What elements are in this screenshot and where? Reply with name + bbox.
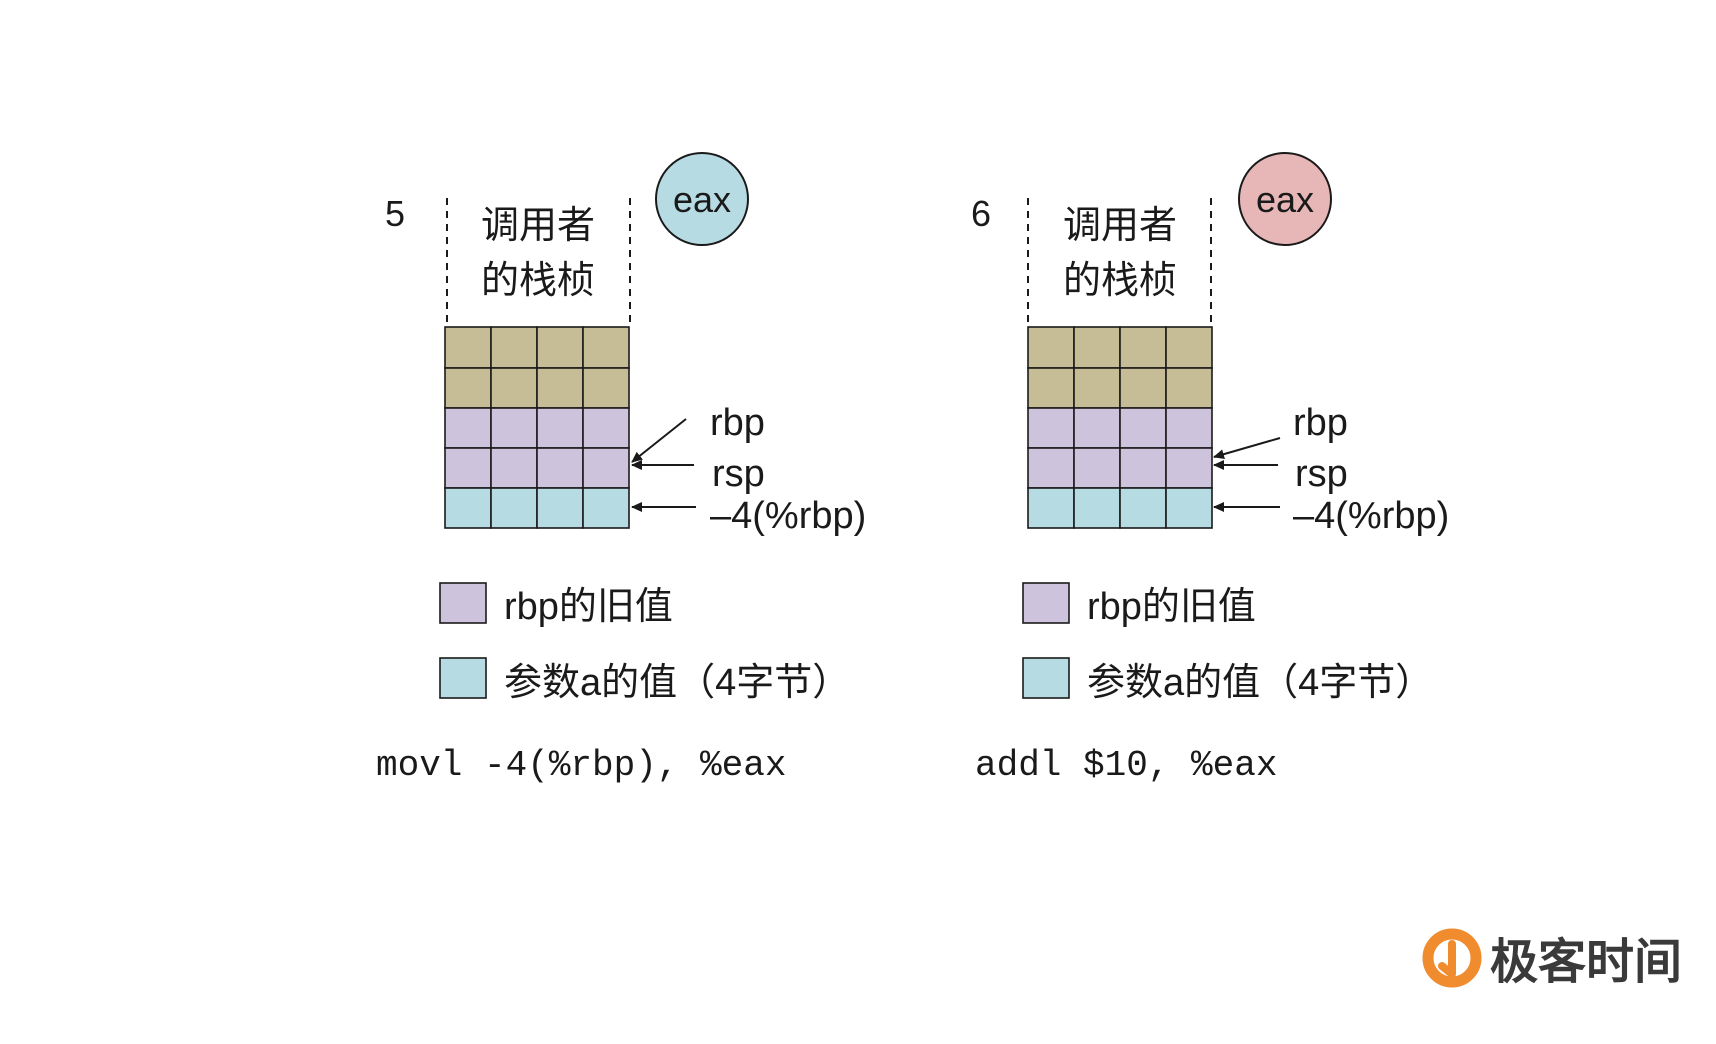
param-offset-label: –4(%rbp)	[710, 495, 866, 537]
frame-label-line1: 调用者	[1063, 205, 1177, 247]
caller-frame-cell	[1119, 367, 1167, 409]
stack-grid	[444, 326, 630, 529]
caller-frame-cell	[1027, 326, 1075, 369]
caller-frame-cell	[1027, 367, 1075, 409]
stack-diagram: 5 调用者 的栈桢 eax rbp rsp –4(%rbp) rbp的旧值 参数…	[376, 152, 1682, 989]
caller-frame-cell	[1165, 326, 1213, 369]
param-a-cell	[582, 487, 630, 529]
stack-grid	[1027, 326, 1213, 529]
caller-frame-cell	[1119, 326, 1167, 369]
old-rbp-cell	[536, 447, 584, 489]
frame-label-line1: 调用者	[481, 205, 595, 247]
rbp-arrow	[1213, 437, 1281, 460]
legend-param-label: 参数a的值（4字节）	[1087, 662, 1433, 704]
legend-old-rbp-label: rbp的旧值	[1087, 586, 1256, 628]
caller-frame-cell	[444, 326, 492, 369]
param-a-cell	[1119, 487, 1167, 529]
geektime-logo-icon	[1422, 928, 1482, 988]
old-rbp-cell	[444, 407, 492, 449]
old-rbp-cell	[1165, 407, 1213, 449]
caller-frame-cell	[1073, 367, 1121, 409]
old-rbp-cell	[1073, 407, 1121, 449]
legend-param-swatch	[1022, 657, 1070, 699]
caller-frame-cell	[490, 367, 538, 409]
legend-old-rbp-label: rbp的旧值	[504, 586, 673, 628]
instruction-text: movl -4(%rbp), %eax	[376, 745, 786, 786]
old-rbp-cell	[444, 447, 492, 489]
caller-frame-cell	[1073, 326, 1121, 369]
rsp-label: rsp	[1295, 453, 1348, 495]
legend-param-label: 参数a的值（4字节）	[504, 662, 850, 704]
rbp-label: rbp	[710, 402, 765, 444]
eax-register-label: eax	[1256, 179, 1314, 220]
frame-label-line2: 的栈桢	[1063, 260, 1177, 302]
legend-old-rbp-swatch	[439, 582, 487, 624]
old-rbp-cell	[536, 407, 584, 449]
caller-frame-cell	[582, 367, 630, 409]
old-rbp-cell	[1027, 407, 1075, 449]
eax-register-label: eax	[673, 179, 731, 220]
old-rbp-cell	[582, 407, 630, 449]
old-rbp-cell	[1165, 447, 1213, 489]
caller-frame-cell	[1165, 367, 1213, 409]
panel-5: 5 调用者 的栈桢 eax rbp rsp –4(%rbp) rbp的旧值 参数…	[376, 152, 866, 786]
rsp-label: rsp	[712, 453, 765, 495]
param-a-cell	[1165, 487, 1213, 529]
old-rbp-cell	[582, 447, 630, 489]
step-number: 5	[385, 193, 405, 234]
logo-arrow	[1438, 940, 1456, 978]
param-a-cell	[1073, 487, 1121, 529]
param-a-cell	[1027, 487, 1075, 529]
rbp-label: rbp	[1293, 402, 1348, 444]
caller-frame-cell	[536, 326, 584, 369]
old-rbp-cell	[490, 447, 538, 489]
param-a-cell	[536, 487, 584, 529]
frame-label-line2: 的栈桢	[481, 260, 595, 302]
legend-old-rbp-swatch	[1022, 582, 1070, 624]
old-rbp-cell	[1119, 407, 1167, 449]
param-a-cell	[444, 487, 492, 529]
caller-frame-cell	[536, 367, 584, 409]
geektime-logo: 极客时间	[1422, 928, 1682, 989]
step-number: 6	[971, 193, 991, 234]
old-rbp-cell	[1027, 447, 1075, 489]
param-offset-label: –4(%rbp)	[1293, 495, 1449, 537]
legend-param-swatch	[439, 657, 487, 699]
old-rbp-cell	[1073, 447, 1121, 489]
rbp-arrow	[631, 418, 687, 463]
caller-frame-cell	[444, 367, 492, 409]
caller-frame-cell	[490, 326, 538, 369]
instruction-text: addl $10, %eax	[975, 745, 1277, 786]
caller-frame-cell	[582, 326, 630, 369]
logo-text: 极客时间	[1490, 936, 1682, 989]
param-a-cell	[490, 487, 538, 529]
old-rbp-cell	[1119, 447, 1167, 489]
panel-6: 6 调用者 的栈桢 eax rbp rsp –4(%rbp) rbp的旧值 参数…	[971, 152, 1449, 786]
old-rbp-cell	[490, 407, 538, 449]
